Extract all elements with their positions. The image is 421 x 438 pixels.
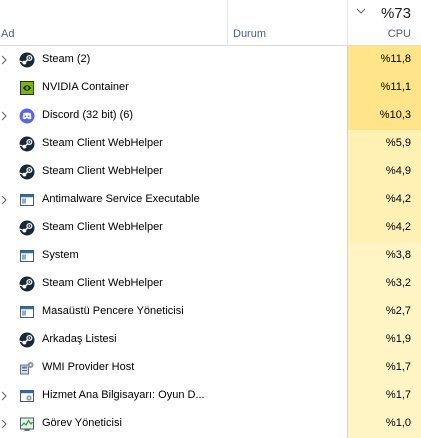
process-cpu-cell: %10,3	[347, 102, 421, 130]
discord-icon	[19, 108, 35, 124]
expand-chevron-icon[interactable]	[0, 390, 8, 402]
process-cpu-value: %11,8	[380, 53, 411, 65]
sort-descending-chevron-icon	[356, 8, 366, 14]
process-row[interactable]: Steam (2) %11,8	[0, 46, 421, 74]
process-name: Steam Client WebHelper	[42, 277, 163, 289]
process-cpu-value: %5,9	[385, 137, 411, 149]
process-cpu-value: %1,7	[385, 361, 411, 373]
process-status-cell	[227, 242, 347, 270]
steam-icon	[19, 276, 35, 292]
process-cpu-cell: %1,7	[347, 354, 421, 382]
column-header-name[interactable]: Ad	[0, 0, 226, 46]
column-header-status[interactable]: Durum	[227, 0, 346, 46]
window-icon	[19, 248, 35, 264]
process-row[interactable]: Steam Client WebHelper %4,9	[0, 158, 421, 186]
process-cpu-cell: %11,1	[347, 74, 421, 102]
process-row[interactable]: Steam Client WebHelper %5,9	[0, 130, 421, 158]
process-status-cell	[227, 158, 347, 186]
process-status-cell	[227, 102, 347, 130]
expand-chevron-icon[interactable]	[0, 110, 8, 122]
expand-chevron-icon[interactable]	[0, 194, 8, 206]
process-name: Steam Client WebHelper	[42, 165, 163, 177]
process-cpu-cell: %5,9	[347, 130, 421, 158]
service-host-icon	[19, 388, 35, 404]
process-name: Steam Client WebHelper	[42, 221, 163, 233]
process-name: WMI Provider Host	[42, 361, 135, 373]
process-row[interactable]: Görev Yöneticisi %1,0	[0, 410, 421, 438]
steam-icon	[19, 136, 35, 152]
steam-icon	[19, 220, 35, 236]
process-name: System	[42, 249, 79, 261]
process-row[interactable]: Steam Client WebHelper %3,2	[0, 270, 421, 298]
window-icon	[19, 192, 35, 208]
process-row[interactable]: Discord (32 bit) (6) %10,3	[0, 102, 421, 130]
process-cpu-cell: %2,7	[347, 298, 421, 326]
process-row[interactable]: NVIDIA Container %11,1	[0, 74, 421, 102]
column-header-row: Ad Durum %73 CPU	[0, 0, 421, 46]
process-cpu-value: %4,9	[385, 165, 411, 177]
process-cpu-value: %1,7	[385, 389, 411, 401]
process-cpu-cell: %4,2	[347, 186, 421, 214]
process-name: Görev Yöneticisi	[42, 417, 122, 429]
process-cpu-value: %1,9	[385, 333, 411, 345]
process-row[interactable]: WMI Provider Host %1,7	[0, 354, 421, 382]
process-row[interactable]: Steam Client WebHelper %4,2	[0, 214, 421, 242]
process-cpu-value: %11,1	[380, 81, 411, 93]
process-cpu-cell: %1,7	[347, 382, 421, 410]
process-name: Masaüstü Pencere Yöneticisi	[42, 305, 184, 317]
process-status-cell	[227, 186, 347, 214]
process-cpu-value: %4,2	[385, 221, 411, 233]
process-row[interactable]: System %3,8	[0, 242, 421, 270]
process-cpu-value: %10,3	[379, 109, 411, 121]
process-name: Steam Client WebHelper	[42, 137, 163, 149]
process-cpu-value: %3,8	[385, 249, 411, 261]
process-status-cell	[227, 130, 347, 158]
process-name: Antimalware Service Executable	[42, 193, 200, 205]
steam-icon	[19, 164, 35, 180]
process-name: Arkadaş Listesi	[42, 333, 117, 345]
process-cpu-value: %4,2	[385, 193, 411, 205]
steam-icon	[19, 332, 35, 348]
process-status-cell	[227, 214, 347, 242]
column-header-name-label: Ad	[1, 28, 15, 40]
process-cpu-cell: %1,0	[347, 410, 421, 438]
process-cpu-cell: %1,9	[347, 326, 421, 354]
process-status-cell	[227, 382, 347, 410]
process-status-cell	[227, 354, 347, 382]
process-cpu-cell: %4,2	[347, 214, 421, 242]
column-header-cpu[interactable]: %73 CPU	[347, 0, 421, 46]
process-cpu-value: %1,0	[385, 417, 411, 429]
nvidia-icon	[19, 80, 35, 96]
column-header-cpu-label: CPU	[387, 28, 411, 40]
wmi-host-icon	[19, 360, 35, 376]
process-status-cell	[227, 74, 347, 102]
expand-chevron-icon[interactable]	[0, 54, 8, 66]
process-status-cell	[227, 298, 347, 326]
process-cpu-cell: %11,8	[347, 46, 421, 74]
process-status-cell	[227, 410, 347, 438]
process-cpu-value: %2,7	[385, 305, 411, 317]
process-cpu-cell: %3,8	[347, 242, 421, 270]
task-manager-icon	[19, 416, 35, 432]
process-row[interactable]: Antimalware Service Executable %4,2	[0, 186, 421, 214]
steam-icon	[19, 52, 35, 68]
process-cpu-cell: %4,9	[347, 158, 421, 186]
process-row[interactable]: Masaüstü Pencere Yöneticisi %2,7	[0, 298, 421, 326]
cpu-total-usage: %73	[380, 5, 411, 22]
expand-chevron-icon[interactable]	[0, 418, 8, 430]
process-row[interactable]: Arkadaş Listesi %1,9	[0, 326, 421, 354]
process-row[interactable]: Hizmet Ana Bilgisayarı: Oyun D... %1,7	[0, 382, 421, 410]
process-name: Steam (2)	[42, 53, 91, 65]
process-status-cell	[227, 270, 347, 298]
process-cpu-value: %3,2	[385, 277, 411, 289]
process-name: NVIDIA Container	[42, 81, 129, 93]
process-status-cell	[227, 326, 347, 354]
process-name: Hizmet Ana Bilgisayarı: Oyun D...	[42, 389, 205, 401]
window-icon	[19, 304, 35, 320]
process-status-cell	[227, 46, 347, 74]
process-cpu-cell: %3,2	[347, 270, 421, 298]
column-header-status-label: Durum	[233, 28, 267, 40]
process-list: Steam (2) %11,8 NVIDIA Container %11,1 Disco…	[0, 46, 421, 438]
process-name: Discord (32 bit) (6)	[42, 109, 134, 121]
